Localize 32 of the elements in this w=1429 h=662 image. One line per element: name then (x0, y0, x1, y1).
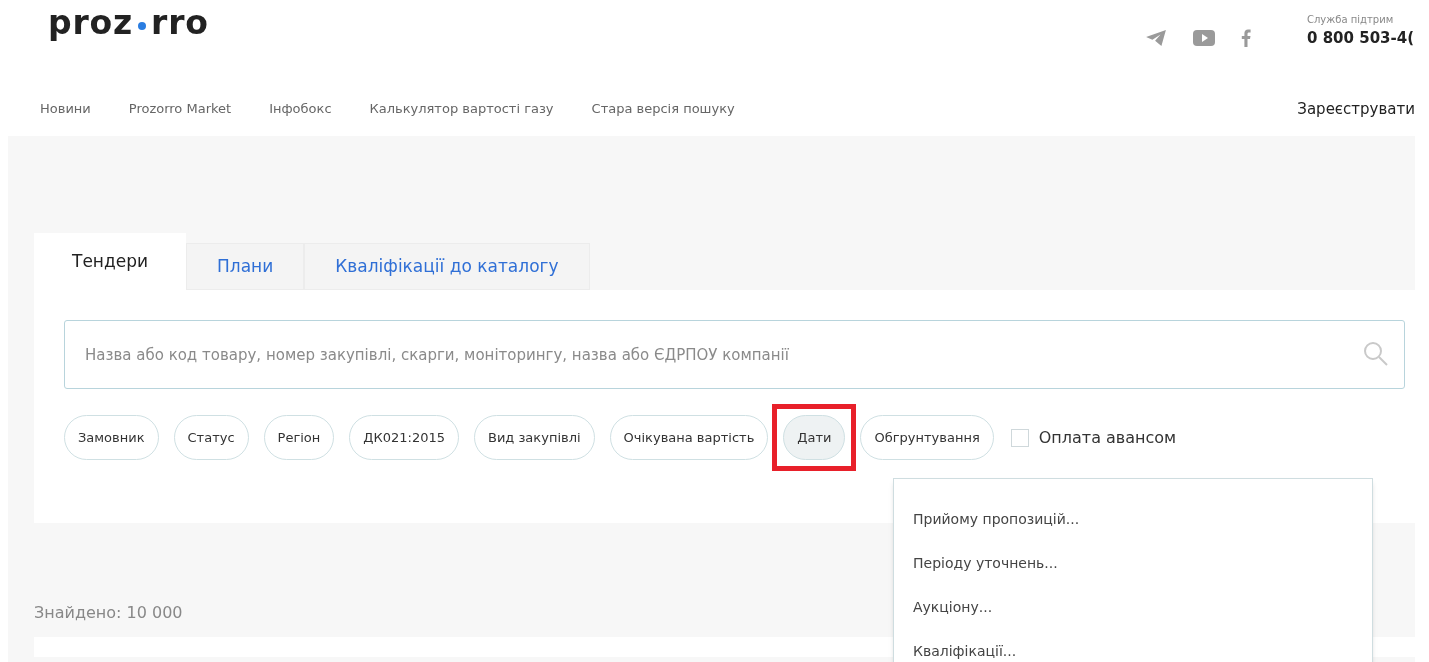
menu-item[interactable]: Кваліфікації... (913, 639, 1372, 662)
filter-chip[interactable]: Замовник (64, 415, 159, 460)
nav-link[interactable]: Новини (40, 99, 91, 119)
tab[interactable]: Плани (186, 243, 305, 290)
menu-item[interactable]: Прийому пропозицій... (913, 507, 1372, 531)
filter-chip[interactable]: Дати (783, 415, 846, 460)
filter-chip[interactable]: Регіон (263, 415, 335, 460)
facebook-icon[interactable] (1241, 28, 1251, 47)
search-field[interactable]: Назва або код товару, номер закупівлі, скарги, моніторингу, назва або ЄДРПОУ компанії (64, 320, 1405, 389)
logo[interactable]: proz rro (48, 6, 209, 39)
checkbox-label[interactable]: Оплата авансом (1038, 425, 1177, 450)
nav-link[interactable]: Інфобокс (269, 99, 332, 119)
support-phone[interactable]: 0 800 503-4( (1307, 27, 1415, 50)
support-label: Служба підтрим (1307, 13, 1395, 27)
menu-item[interactable]: Періоду уточнень... (913, 551, 1372, 575)
register-link[interactable]: Зареєструвати (1297, 97, 1415, 121)
filter-chip[interactable]: Вид закупівлі (473, 415, 595, 460)
nav-link[interactable]: Стара версія пошуку (591, 99, 735, 119)
tab[interactable]: Кваліфікації до каталогу (304, 243, 590, 290)
filter-chip[interactable]: ДК021:2015 (349, 415, 459, 460)
nav-link[interactable]: Prozorro Market (128, 99, 232, 119)
paper-plane-icon[interactable] (1145, 28, 1167, 47)
filter-chip[interactable]: Статус (173, 415, 249, 460)
checkbox[interactable] (1010, 428, 1029, 447)
results-count: Знайдено: 10 000 (34, 602, 183, 624)
tab[interactable]: Тендери (34, 233, 186, 290)
filter-chip[interactable]: Обгрунтування (860, 415, 994, 460)
search-icon[interactable] (1363, 341, 1389, 367)
video-play-icon[interactable] (1193, 29, 1215, 46)
menu-item[interactable]: Аукціону... (913, 595, 1372, 619)
filter-chip[interactable]: Очікувана вартість (609, 415, 769, 460)
nav-link[interactable]: Калькулятор вартості газу (369, 99, 554, 119)
